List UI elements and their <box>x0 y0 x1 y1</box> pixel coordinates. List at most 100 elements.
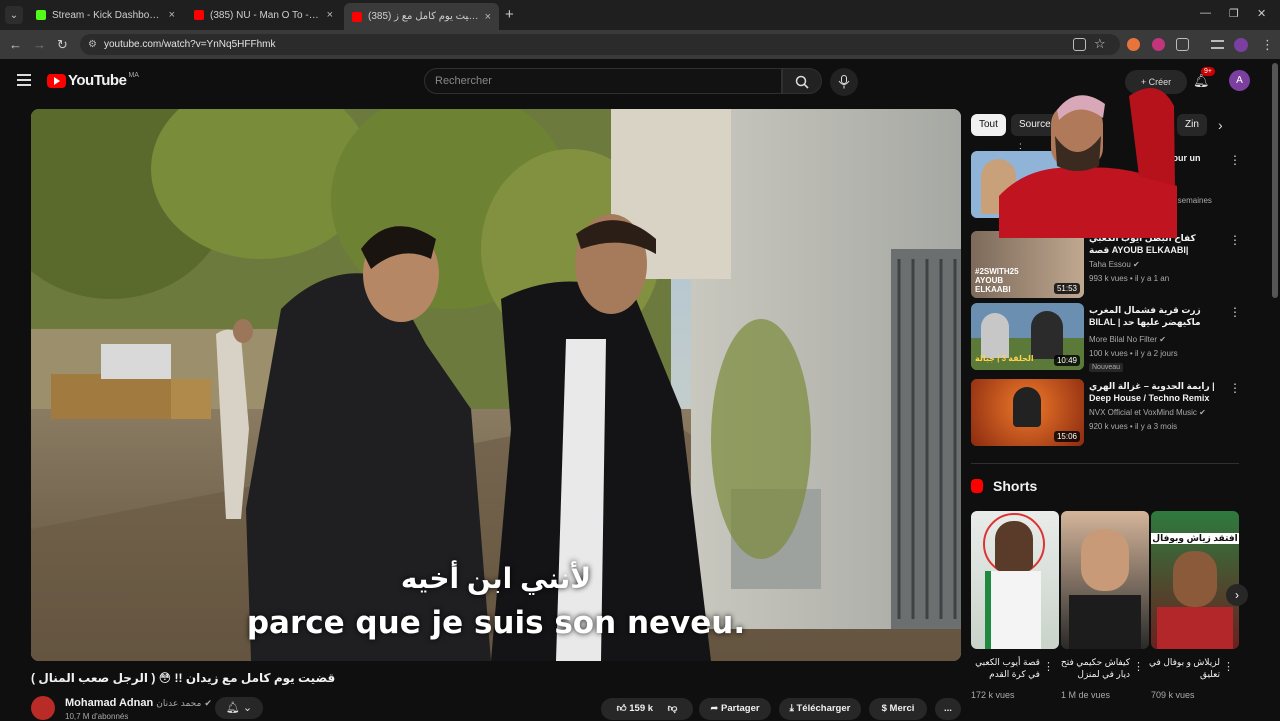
thumbnail-overlay-text: #2SWITH25 AYOUB ELKAABI <box>975 267 1019 294</box>
more-options-icon[interactable]: ⋮ <box>1229 381 1241 395</box>
video-thumbnail[interactable]: 15:06 <box>971 379 1084 446</box>
verified-icon: ✔ <box>1133 260 1140 269</box>
recommendation-title[interactable]: رايمة الحدوية – غزالة الهري | Deep House… <box>1089 380 1224 404</box>
short-title[interactable]: قصة أيوب الكعبي في كرة القدم <box>964 656 1040 680</box>
recommendation-meta: 100 k vues • il y a 2 jours <box>1089 349 1178 358</box>
youtube-play-icon <box>47 73 66 88</box>
channel-row: Mohamad Adnan محمد عدنان ✔ 10,7 M d'abon… <box>31 693 961 721</box>
browser-menu-icon[interactable]: ⋮ <box>1261 37 1274 53</box>
tab-youtube-active[interactable]: (385) قضيت يوم كامل مع ز... × <box>344 3 499 30</box>
subtitle-arabic: لأنني ابن أخيه <box>400 563 592 594</box>
close-window-icon[interactable]: ✕ <box>1257 7 1266 20</box>
more-options-icon[interactable]: ⋮ <box>1229 233 1241 247</box>
more-actions-button[interactable]: ... <box>935 698 961 720</box>
reading-list-icon[interactable] <box>1211 40 1224 49</box>
thumbnail-overlay-text: الحلقة 3 | جبالة <box>975 354 1034 363</box>
youtube-logo[interactable]: YouTube MA <box>47 72 139 89</box>
more-options-icon[interactable]: ⋮ <box>1229 153 1241 167</box>
search-button[interactable] <box>782 68 822 94</box>
share-button[interactable]: ➦ Partager <box>699 698 771 720</box>
tab-title: Stream - Kick Dashboard <box>52 9 163 21</box>
tab-youtube-nu[interactable]: (385) NU - Man O To - YouTube × <box>186 3 341 27</box>
bookmark-star-icon[interactable]: ☆ <box>1094 36 1106 52</box>
tab-title: (385) NU - Man O To - YouTube <box>210 9 321 21</box>
site-info-icon[interactable]: ⚙ <box>88 34 97 55</box>
video-thumbnail[interactable]: الحلقة 3 | جبالة 10:49 <box>971 303 1084 370</box>
extensions-puzzle-icon[interactable] <box>1176 38 1189 51</box>
subscription-bell-button[interactable]: 🔔︎ ⌄ <box>215 697 263 719</box>
reload-icon[interactable]: ↻ <box>57 37 68 53</box>
maximize-icon[interactable]: ❐ <box>1229 7 1239 20</box>
recommendation-item[interactable]: 15:06 رايمة الحدوية – غزالة الهري | Deep… <box>971 379 1241 446</box>
short-thumbnail[interactable] <box>971 511 1059 649</box>
new-tab-button[interactable]: + <box>505 6 514 23</box>
shorts-icon <box>971 479 983 493</box>
search-input[interactable]: Rechercher <box>424 68 782 94</box>
search-placeholder: Rechercher <box>435 75 492 87</box>
chip-zin[interactable]: Zin <box>1177 114 1207 136</box>
channel-name[interactable]: Mohamad Adnan محمد عدنان ✔ <box>65 697 212 709</box>
verified-icon: ✔ <box>1199 408 1206 417</box>
shorts-next-button[interactable]: › <box>1226 584 1248 606</box>
tab-title: (385) قضيت يوم كامل مع ز... <box>368 11 479 22</box>
browser-tab-bar: ⌄ Stream - Kick Dashboard × (385) NU - M… <box>0 0 1280 30</box>
page-scrollbar[interactable] <box>1272 63 1278 298</box>
profile-icon[interactable] <box>1234 38 1248 52</box>
recommendation-item[interactable]: #2SWITH25 AYOUB ELKAABI 51:53 كفاح البطل… <box>971 231 1241 298</box>
video-thumbnail[interactable]: #2SWITH25 AYOUB ELKAABI 51:53 <box>971 231 1084 298</box>
short-more-icon[interactable]: ⋮ <box>1133 660 1144 673</box>
guide-menu-icon[interactable] <box>17 74 31 86</box>
url-text: youtube.com/watch?v=YnNq5HFFhmk <box>104 39 276 50</box>
notifications-button[interactable]: 🔔︎ 9+ <box>1193 67 1215 89</box>
logo-wordmark: YouTube <box>68 72 127 89</box>
recommendation-meta: 3 semaines <box>1171 196 1212 205</box>
thanks-button[interactable]: $ Merci <box>869 698 927 720</box>
notification-badge: 9+ <box>1201 67 1215 76</box>
video-player[interactable]: لأنني ابن أخيه parce que je suis son nev… <box>31 109 961 661</box>
download-button[interactable]: ⤓ Télécharger <box>779 698 861 720</box>
short-more-icon[interactable]: ⋮ <box>1043 660 1054 673</box>
tab-close-icon[interactable]: × <box>169 9 175 21</box>
short-views: 1 M de vues <box>1061 690 1111 700</box>
recommendation-title[interactable]: زرت قرية فشمال المغرب ماكيهضر عليها حد |… <box>1089 304 1224 328</box>
tab-search-button[interactable]: ⌄ <box>5 6 23 24</box>
thumbs-up-icon: 👍︎ <box>616 703 627 714</box>
recommendation-channel[interactable]: More Bilal No Filter ✔ <box>1089 335 1166 344</box>
tab-kick-dashboard[interactable]: Stream - Kick Dashboard × <box>28 3 183 27</box>
like-dislike-group: 👍︎ 159 k 👎︎ <box>601 698 693 720</box>
video-duration: 10:49 <box>1053 355 1080 366</box>
install-app-icon[interactable] <box>1073 38 1086 51</box>
short-title[interactable]: كيفاش حكيمي فتح ديار في لمنزل <box>1054 656 1130 680</box>
channel-avatar[interactable] <box>31 696 55 720</box>
short-more-icon[interactable]: ⋮ <box>1223 660 1234 673</box>
back-icon[interactable]: ← <box>9 37 22 52</box>
recommendation-channel[interactable]: NVX Official et VoxMind Music ✔ <box>1089 408 1206 417</box>
forward-icon[interactable]: → <box>33 37 46 52</box>
account-avatar[interactable]: A <box>1229 70 1250 91</box>
recommendation-meta: 920 k vues • il y a 3 mois <box>1089 422 1178 431</box>
new-badge: Nouveau <box>1089 363 1124 372</box>
extension-icon[interactable] <box>1127 38 1140 51</box>
tab-close-icon[interactable]: × <box>327 9 333 21</box>
thumbs-down-icon: 👎︎ <box>667 703 678 714</box>
more-options-icon[interactable]: ⋮ <box>1229 305 1241 319</box>
short-title[interactable]: لزيلاش و بوفال في تعليق <box>1144 656 1220 680</box>
url-field[interactable]: ⚙ youtube.com/watch?v=YnNq5HFFhmk <box>80 34 1120 55</box>
video-title: ( الرجل صعب المنال ) 😳 !! قضيت يوم كامل … <box>31 671 336 685</box>
chips-next-icon[interactable]: › <box>1218 117 1223 133</box>
minimize-icon[interactable]: — <box>1200 7 1211 19</box>
thanks-icon: $ <box>881 703 887 714</box>
dislike-button[interactable]: 👎︎ <box>668 703 678 714</box>
section-divider <box>971 463 1239 464</box>
like-button[interactable]: 👍︎ 159 k <box>617 703 653 714</box>
short-thumbnail[interactable]: افتقد زياش وبوفال <box>1151 511 1239 649</box>
recommendation-item[interactable]: الحلقة 3 | جبالة 10:49 زرت قرية فشمال ال… <box>971 303 1241 372</box>
tab-close-icon[interactable]: × <box>485 11 491 23</box>
voice-search-button[interactable] <box>830 68 858 96</box>
extension-shield-icon[interactable] <box>1152 38 1165 51</box>
verified-icon: ✔ <box>1159 335 1166 344</box>
short-thumbnail[interactable] <box>1061 511 1149 649</box>
webcam-overlay <box>999 76 1177 238</box>
webcam-person <box>999 88 1177 238</box>
recommendation-channel[interactable]: Taha Essou ✔ <box>1089 260 1140 269</box>
